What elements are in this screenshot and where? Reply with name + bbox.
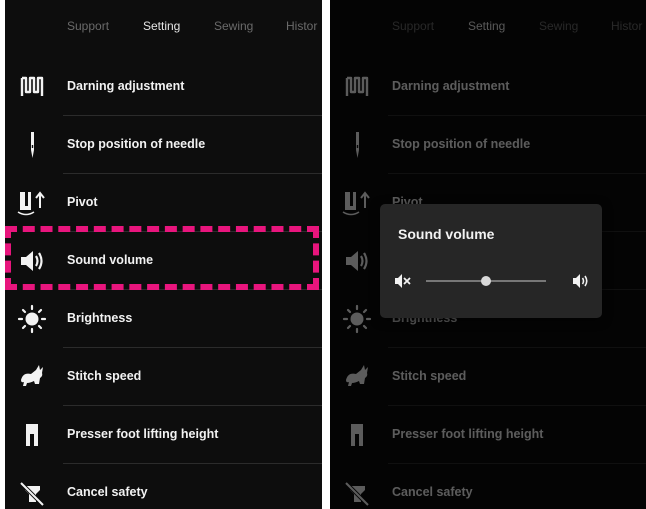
- volume-up-icon: [572, 273, 590, 289]
- tab-sewing[interactable]: Sewing: [214, 19, 253, 33]
- settings-screen-right: Support Setting Sewing Histor Darning ad…: [330, 0, 646, 509]
- setting-label: Darning adjustment: [67, 79, 185, 93]
- mute-icon: [394, 273, 412, 289]
- tab-support[interactable]: Support: [67, 19, 109, 33]
- setting-label: Stitch speed: [67, 369, 142, 383]
- tab-setting[interactable]: Setting: [143, 19, 180, 33]
- setting-label: Stop position of needle: [67, 137, 206, 151]
- setting-item-stitch-speed[interactable]: Stitch speed: [5, 348, 322, 406]
- setting-label: Cancel safety: [67, 485, 148, 499]
- rabbit-icon: [15, 362, 49, 392]
- setting-item-presser-foot[interactable]: Presser foot lifting height: [5, 406, 322, 464]
- dialog-title: Sound volume: [398, 226, 495, 242]
- tab-bar: Support Setting Sewing Histor: [5, 0, 322, 52]
- volume-slider[interactable]: [394, 266, 590, 296]
- setting-label: Presser foot lifting height: [67, 427, 219, 441]
- setting-label: Brightness: [67, 311, 133, 325]
- pivot-icon: [15, 188, 49, 218]
- tab-history[interactable]: Histor: [286, 19, 317, 33]
- setting-item-brightness[interactable]: Brightness: [5, 290, 322, 348]
- setting-item-darning[interactable]: Darning adjustment: [5, 58, 322, 116]
- sun-icon: [15, 304, 49, 334]
- setting-item-cancel-safety[interactable]: Cancel safety: [5, 464, 322, 509]
- settings-screen-left: Support Setting Sewing Histor Darning ad…: [5, 0, 322, 509]
- slider-knob[interactable]: [481, 276, 491, 286]
- sound-volume-dialog: Sound volume: [380, 204, 602, 318]
- cancel-safety-icon: [15, 478, 49, 508]
- setting-item-pivot[interactable]: Pivot: [5, 174, 322, 232]
- setting-item-stop-position[interactable]: Stop position of needle: [5, 116, 322, 174]
- setting-label: Pivot: [67, 195, 98, 209]
- sound-volume-highlight: [5, 226, 319, 290]
- needle-icon: [15, 130, 49, 160]
- darning-icon: [15, 72, 49, 102]
- presser-foot-icon: [15, 420, 49, 450]
